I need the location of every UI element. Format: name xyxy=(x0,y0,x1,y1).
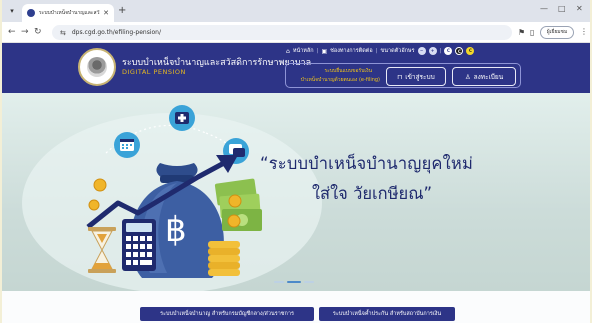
home-icon: ⌂ xyxy=(286,47,290,55)
browser-menu-icon[interactable]: ⋮ xyxy=(580,27,588,36)
calculator-icon xyxy=(122,219,156,271)
address-bar: ← → ↻ ⇆ dps.cgd.go.th/efiling-pension/ ⚑… xyxy=(2,22,590,43)
login-label: เข้าสู่ระบบ xyxy=(405,72,435,81)
brand-title-th: ระบบบำเหน็จบำนาญและสวัสดิการรักษาพยาบาล xyxy=(122,58,312,68)
window-close-icon[interactable]: ✕ xyxy=(576,4,583,13)
divider: | xyxy=(316,48,319,54)
browser-window: ▾ ระบบบำเหน็จบำนาญและสวัสดิการ ✕ + — □ ✕… xyxy=(2,0,590,323)
hero-illustration: ฿ xyxy=(22,105,322,291)
contrast-yellow-button[interactable]: C xyxy=(466,47,475,55)
login-button[interactable]: ⊓ เข้าสู่ระบบ xyxy=(386,67,446,86)
site-header: ระบบบำเหน็จบำนาญและสวัสดิการรักษาพยาบาล … xyxy=(2,43,590,93)
carousel-dot[interactable] xyxy=(274,281,284,283)
logo-emblem xyxy=(87,57,107,77)
font-size-label: ขนาดตัวอักษร xyxy=(380,48,415,54)
efiling-title: ระบบยื่นแบบขอรับเงิน xyxy=(324,68,373,74)
back-icon[interactable]: ← xyxy=(8,26,16,38)
user-add-icon: ♙ xyxy=(464,72,471,81)
service-links-section: ระบบบำเหน็จบำนาญ สำหรับกรมบัญชีกลาง/ส่วน… xyxy=(2,291,590,323)
restore-icon[interactable]: □ xyxy=(558,4,566,13)
register-label: ลงทะเบียน xyxy=(473,72,504,81)
profile-label: ผู้เยี่ยมชม xyxy=(546,29,568,35)
pension-gov-button[interactable]: ระบบบำเหน็จบำนาญ สำหรับกรมบัญชีกลาง/ส่วน… xyxy=(140,307,314,321)
hero-headline-line1: “ระบบบำเหน็จบำนาญยุคใหม่ xyxy=(260,154,474,173)
browser-tab[interactable]: ระบบบำเหน็จบำนาญและสวัสดิการ ✕ xyxy=(22,4,114,22)
hero-banner: ฿ “ระบบบำเหน็จบำนาญยุคใหม่ ใส่ใจ วัยเกษี… xyxy=(2,93,590,291)
carousel-indicators xyxy=(274,281,314,283)
tab-search-icon[interactable]: ▾ xyxy=(6,5,18,17)
contrast-dark-button[interactable]: C xyxy=(455,47,464,55)
carousel-dot[interactable] xyxy=(304,281,314,283)
divider: | xyxy=(439,48,442,54)
baht-symbol: ฿ xyxy=(165,210,187,250)
url-field[interactable]: ⇆ dps.cgd.go.th/efiling-pension/ xyxy=(52,25,512,40)
lock-icon: ⊓ xyxy=(397,72,403,81)
efiling-panel: ระบบยื่นแบบขอรับเงิน บำเหน็จบำนาญด้วยตนเ… xyxy=(285,63,521,88)
font-decrease-button[interactable]: − xyxy=(417,47,426,55)
contact-icon: ▣ xyxy=(321,47,328,55)
url-text: dps.cgd.go.th/efiling-pension/ xyxy=(71,29,161,36)
cgd-logo[interactable] xyxy=(78,48,116,86)
tab-close-icon[interactable]: ✕ xyxy=(103,9,109,17)
favicon-icon xyxy=(27,9,35,17)
tab-title: ระบบบำเหน็จบำนาญและสวัสดิการ xyxy=(39,10,100,16)
efiling-subtitle: บำเหน็จบำนาญด้วยตนเอง (e-filing) xyxy=(300,77,380,83)
carousel-dot-active[interactable] xyxy=(287,281,301,283)
home-link[interactable]: หน้าหลัก xyxy=(293,47,314,55)
calendar-icon xyxy=(114,132,140,158)
brand-title-en: DIGITAL PENSION xyxy=(122,68,186,76)
font-increase-button[interactable]: + xyxy=(428,47,437,55)
translate-icon[interactable]: ⚑ xyxy=(518,28,525,37)
profile-button[interactable]: ผู้เยี่ยมชม xyxy=(540,26,574,39)
medical-icon xyxy=(169,105,195,131)
divider: | xyxy=(375,48,378,54)
top-links: ⌂ หน้าหลัก | ▣ ช่องทางการติดต่อ | ขนาดตั… xyxy=(286,47,475,55)
register-button[interactable]: ♙ ลงทะเบียน xyxy=(452,67,516,86)
reload-icon[interactable]: ↻ xyxy=(34,26,42,38)
contrast-default-button[interactable]: C xyxy=(444,47,453,55)
forward-icon[interactable]: → xyxy=(21,26,29,38)
tab-strip: ▾ ระบบบำเหน็จบำนาญและสวัสดิการ ✕ + — □ ✕ xyxy=(2,0,590,22)
hero-headline-line2: ใส่ใจ วัยเกษียณ” xyxy=(312,184,433,203)
sidepanel-icon[interactable]: ▯ xyxy=(530,28,534,37)
contact-link[interactable]: ช่องทางการติดต่อ xyxy=(330,47,373,55)
pension-fund-button[interactable]: ระบบบำเหน็จค้ำประกัน สำหรับสถาบันการเงิน xyxy=(319,307,455,321)
new-tab-icon[interactable]: + xyxy=(118,5,126,17)
site-info-icon[interactable]: ⇆ xyxy=(60,29,66,37)
minimize-icon[interactable]: — xyxy=(540,4,548,13)
